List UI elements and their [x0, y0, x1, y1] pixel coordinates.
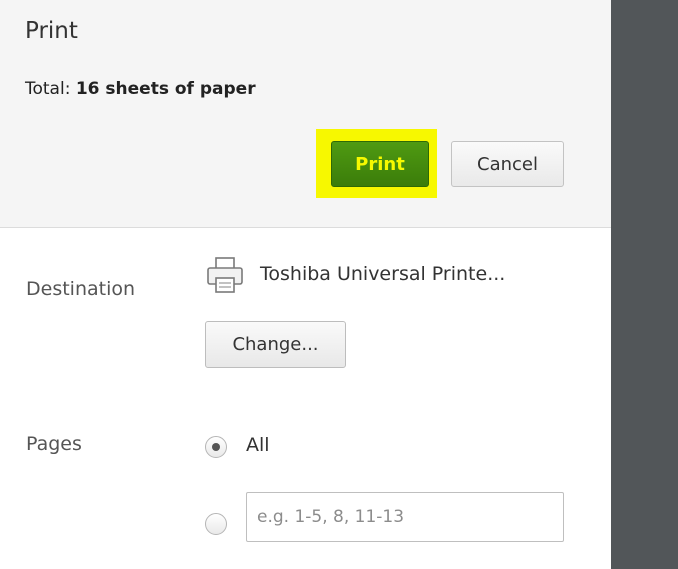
pages-all-radio[interactable]	[205, 436, 227, 458]
printer-name: Toshiba Universal Printe...	[260, 263, 506, 285]
total-prefix: Total:	[25, 79, 76, 99]
print-header: Print Total: 16 sheets of paper Print Ca…	[0, 0, 611, 228]
destination-label: Destination	[26, 278, 136, 300]
pages-custom-radio[interactable]	[205, 513, 227, 535]
pages-all-label[interactable]: All	[246, 434, 270, 456]
printer-icon	[207, 257, 243, 293]
print-button[interactable]: Print	[331, 141, 429, 187]
pages-label: Pages	[26, 433, 82, 455]
print-settings-panel: Print Total: 16 sheets of paper Print Ca…	[0, 0, 611, 569]
total-summary: Total: 16 sheets of paper	[25, 79, 256, 99]
print-preview-area	[611, 0, 678, 569]
change-destination-button[interactable]: Change...	[205, 321, 346, 368]
pages-range-input[interactable]	[246, 492, 564, 542]
radio-selected-dot	[212, 443, 220, 451]
total-sheets: 16 sheets of paper	[75, 79, 256, 99]
cancel-button[interactable]: Cancel	[451, 141, 564, 187]
page-title: Print	[25, 18, 78, 44]
